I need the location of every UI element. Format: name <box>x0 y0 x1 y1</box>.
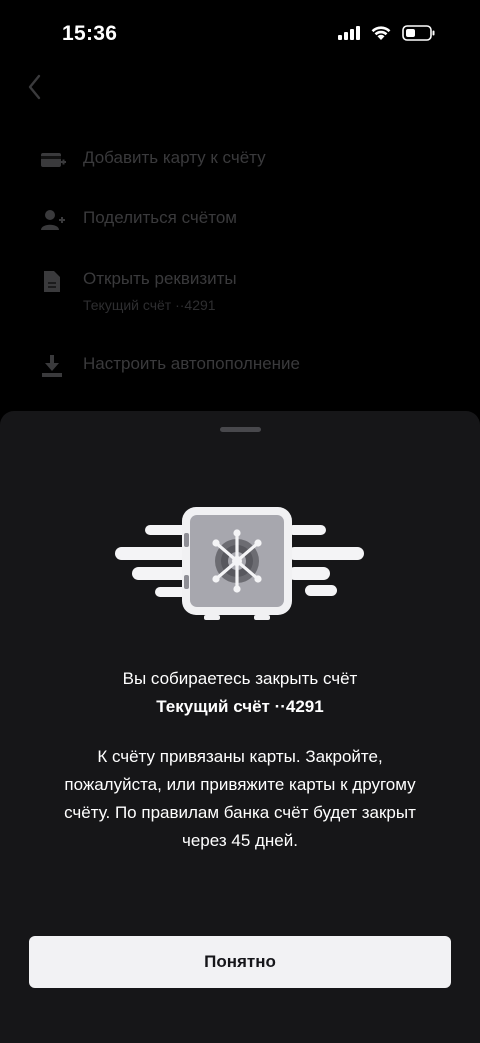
back-button[interactable] <box>22 74 48 100</box>
chevron-left-icon <box>28 74 41 100</box>
sheet-message: К счёту привязаны карты. Закройте, пожал… <box>64 747 416 850</box>
menu-item-label: Настроить автопополнение <box>83 354 300 373</box>
status-time: 15:36 <box>62 22 118 45</box>
menu-item-add-card[interactable]: Добавить карту к счёту <box>40 148 266 172</box>
add-card-icon <box>40 148 66 172</box>
close-account-sheet: Вы собираетесь закрыть счёт Текущий счёт… <box>0 411 480 1043</box>
account-actions-screen: Добавить карту к счёту Поделиться счётом… <box>0 72 480 412</box>
add-user-icon <box>40 208 66 232</box>
menu-item-sublabel: Текущий счёт ··4291 <box>83 297 216 313</box>
status-bar: 15:36 <box>0 0 480 72</box>
download-icon <box>40 354 66 378</box>
battery-icon <box>402 25 436 41</box>
menu-item-label: Поделиться счётом <box>83 208 237 227</box>
menu-item-requisites[interactable]: Открыть реквизиты Текущий счёт ··4291 <box>40 269 237 313</box>
signal-icon <box>338 26 360 40</box>
menu-item-share-account[interactable]: Поделиться счётом <box>40 208 237 232</box>
sheet-title: Вы собираетесь закрыть счёт <box>122 669 358 688</box>
menu-item-autofill[interactable]: Настроить автопополнение <box>40 354 300 378</box>
sheet-grabber[interactable] <box>220 427 261 432</box>
sheet-account-name: Текущий счёт ··4291 <box>156 697 324 716</box>
ok-button[interactable]: Понятно <box>29 936 451 988</box>
document-icon <box>40 269 66 293</box>
wifi-icon <box>370 25 392 41</box>
menu-item-label: Открыть реквизиты <box>83 269 237 288</box>
safe-icon <box>110 503 370 623</box>
status-icons <box>338 25 436 41</box>
menu-item-label: Добавить карту к счёту <box>83 148 266 167</box>
